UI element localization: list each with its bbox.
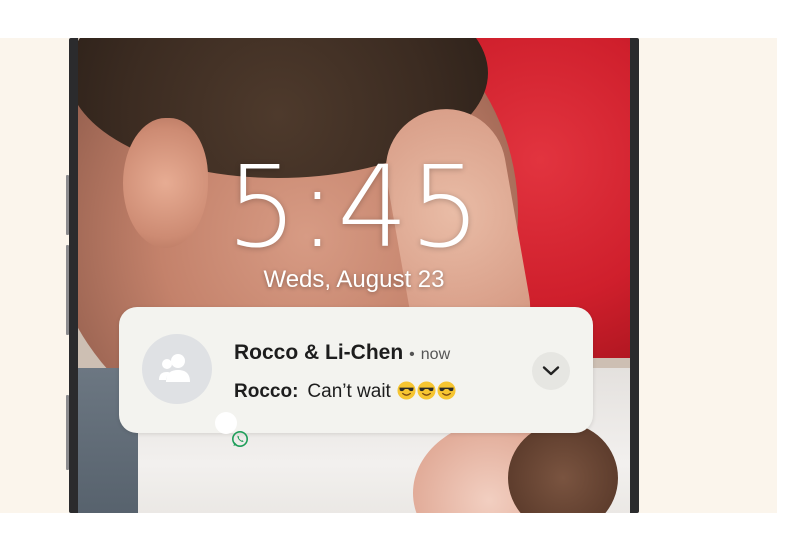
chevron-down-icon	[542, 366, 560, 376]
notification-header: Rocco & Li-Chen • now	[234, 341, 450, 365]
emoji-group	[397, 381, 456, 400]
notification-timestamp: now	[420, 346, 451, 363]
lock-screen: 5:45 Weds, August 23	[78, 38, 630, 513]
whatsapp-icon	[215, 412, 248, 447]
expand-notification-button[interactable]	[532, 352, 570, 390]
notification-message: Rocco: Can’t wait	[234, 378, 456, 403]
group-avatar	[142, 334, 248, 447]
message-sender: Rocco:	[234, 381, 299, 402]
group-icon	[159, 354, 190, 382]
notification-card[interactable]: Rocco & Li-Chen • now Rocco: Can’t wait	[119, 307, 593, 447]
sunglasses-emoji-icon	[397, 381, 416, 400]
message-text: Can’t wait	[307, 381, 391, 402]
lock-clock: 5:45	[226, 143, 482, 273]
lock-date: Weds, August 23	[263, 266, 445, 293]
header-separator: •	[409, 346, 415, 363]
sunglasses-emoji-icon	[417, 381, 436, 400]
sunglasses-emoji-icon	[437, 381, 456, 400]
conversation-title: Rocco & Li-Chen	[234, 341, 404, 364]
